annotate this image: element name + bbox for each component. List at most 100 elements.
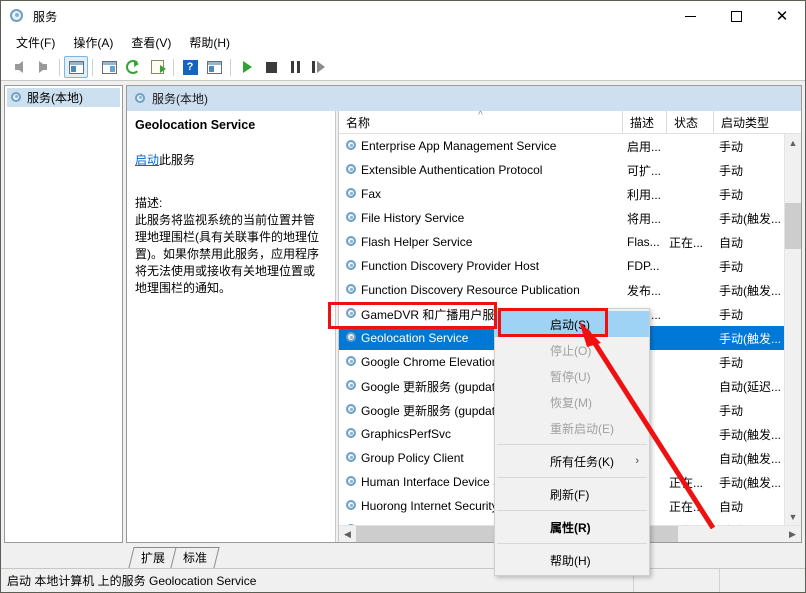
start-service-icon[interactable]	[235, 56, 259, 78]
services-gear-icon	[10, 9, 26, 25]
cell-status: 正在...	[667, 474, 714, 491]
list-vertical-scrollbar[interactable]: ▲ ▼	[784, 134, 801, 525]
ctx-properties[interactable]: 属性(R)	[495, 514, 649, 540]
properties-panel-icon[interactable]	[97, 56, 121, 78]
tree-item-label: 服务(本地)	[27, 89, 83, 106]
tree-item-services-local[interactable]: 服务(本地)	[7, 88, 120, 107]
detail-description-text: 此服务将监视系统的当前位置并管理地理围栏(具有关联事件的地理位置)。如果你禁用此…	[135, 212, 325, 297]
service-name-label: File History Service	[361, 211, 464, 225]
ctx-pause: 暂停(U)	[495, 363, 649, 389]
window-title: 服务	[33, 8, 57, 25]
column-header-status[interactable]: 状态	[667, 111, 714, 134]
service-name-label: Google 更新服务 (gupdatem)	[361, 402, 516, 419]
service-name-label: Function Discovery Resource Publication	[361, 283, 580, 297]
start-service-link[interactable]: 启动	[135, 153, 159, 167]
detail-action-line: 启动此服务	[135, 151, 325, 168]
cell-service-name: Function Discovery Provider Host	[339, 259, 623, 273]
show-hide-tree-icon[interactable]	[64, 56, 88, 78]
ctx-help[interactable]: 帮助(H)	[495, 547, 649, 573]
ctx-refresh[interactable]: 刷新(F)	[495, 481, 649, 507]
context-menu-separator	[497, 543, 647, 544]
toolbar-separator	[230, 59, 231, 76]
column-header-name[interactable]: 名称 ^	[339, 111, 623, 134]
toolbar-separator	[173, 59, 174, 76]
service-name-label: Function Discovery Provider Host	[361, 259, 539, 273]
stop-service-icon[interactable]	[259, 56, 283, 78]
cell-startup-type: 手动(触发...	[714, 474, 784, 491]
menu-action[interactable]: 操作(A)	[64, 33, 122, 53]
toolbar-separator	[92, 59, 93, 76]
cell-description: 可扩...	[623, 162, 667, 179]
scroll-up-icon[interactable]: ▲	[785, 134, 802, 151]
ctx-start[interactable]: 启动(S)	[495, 311, 649, 337]
service-name-label: Enterprise App Management Service	[361, 139, 556, 153]
cell-description: 发布...	[623, 282, 667, 299]
toolbar: ?	[1, 54, 805, 81]
vscroll-thumb[interactable]	[785, 203, 802, 249]
table-row[interactable]: Enterprise App Management Service启用...手动	[339, 134, 784, 158]
cell-service-name: Fax	[339, 187, 623, 201]
cell-startup-type: 手动(触发...	[714, 210, 784, 227]
cell-startup-type: 手动	[714, 138, 784, 155]
show-action-pane-icon[interactable]	[202, 56, 226, 78]
service-name-label: Geolocation Service	[361, 331, 468, 345]
service-name-label: Group Policy Client	[361, 451, 464, 465]
close-button[interactable]: ✕	[759, 1, 805, 32]
pause-service-icon[interactable]	[283, 56, 307, 78]
toolbar-separator	[59, 59, 60, 76]
minimize-button[interactable]	[667, 1, 713, 32]
maximize-button[interactable]	[713, 1, 759, 32]
services-gear-icon	[346, 499, 356, 513]
ctx-all-tasks-label: 所有任务(K)	[550, 453, 614, 470]
table-row[interactable]: File History Service 将用... 手动(触发...	[339, 206, 784, 230]
tab-standard[interactable]: 标准	[170, 547, 219, 568]
export-list-icon[interactable]	[145, 56, 169, 78]
service-name-label: GraphicsPerfSvc	[361, 427, 451, 441]
list-header: 名称 ^ 描述 状态 启动类型	[339, 111, 801, 134]
cell-startup-type: 手动(触发...	[714, 330, 784, 347]
help-icon[interactable]: ?	[178, 56, 202, 78]
cell-service-name: Function Discovery Resource Publication	[339, 283, 623, 297]
services-gear-icon	[346, 451, 356, 465]
ctx-pause-label: 暂停(U)	[550, 368, 591, 385]
refresh-icon[interactable]	[121, 56, 145, 78]
status-bar-cell	[719, 569, 805, 592]
restart-service-icon[interactable]	[307, 56, 331, 78]
scroll-down-icon[interactable]: ▼	[785, 508, 802, 525]
forward-icon[interactable]	[31, 56, 55, 78]
view-tabs: 扩展 标准	[127, 546, 802, 568]
table-row[interactable]: Fax利用...手动	[339, 182, 784, 206]
detail-service-name: Geolocation Service	[135, 118, 325, 132]
ctx-all-tasks[interactable]: 所有任务(K)›	[495, 448, 649, 474]
context-menu: 启动(S)停止(O)暂停(U)恢复(M)重新启动(E)所有任务(K)›刷新(F)…	[494, 308, 650, 576]
services-gear-icon	[346, 379, 356, 393]
vscroll-track[interactable]	[785, 151, 802, 508]
back-icon[interactable]	[7, 56, 31, 78]
scroll-right-icon[interactable]: ▶	[784, 526, 801, 543]
detail-description-label: 描述:	[135, 194, 325, 211]
table-row[interactable]: Flash Helper ServiceFlas...正在...自动	[339, 230, 784, 254]
ctx-properties-label: 属性(R)	[550, 519, 591, 536]
menu-bar: 文件(F) 操作(A) 查看(V) 帮助(H)	[1, 32, 805, 54]
scroll-left-icon[interactable]: ◀	[339, 526, 356, 543]
table-row[interactable]: Function Discovery Resource Publication 发…	[339, 278, 784, 302]
cell-service-name: Extensible Authentication Protocol	[339, 163, 623, 177]
column-header-startup[interactable]: 启动类型	[714, 111, 784, 134]
cell-startup-type: 自动(触发...	[714, 450, 784, 467]
cell-description: FDP...	[623, 259, 667, 273]
ctx-stop-label: 停止(O)	[550, 342, 591, 359]
menu-view[interactable]: 查看(V)	[122, 33, 180, 53]
services-pane: 服务(本地) Geolocation Service 启动此服务 描述: 此服务…	[126, 85, 802, 543]
cell-startup-type: 自动(延迟...	[714, 378, 784, 395]
ctx-refresh-label: 刷新(F)	[550, 486, 589, 503]
menu-help[interactable]: 帮助(H)	[180, 33, 239, 53]
table-row[interactable]: Extensible Authentication Protocol可扩...手…	[339, 158, 784, 182]
service-name-label: Google 更新服务 (gupdate)	[361, 378, 506, 395]
cell-service-name: Enterprise App Management Service	[339, 139, 623, 153]
cell-description: 将用...	[623, 210, 667, 227]
column-header-description[interactable]: 描述	[623, 111, 667, 134]
services-gear-icon	[346, 307, 356, 321]
pane-header-label: 服务(本地)	[152, 90, 208, 107]
menu-file[interactable]: 文件(F)	[7, 33, 64, 53]
table-row[interactable]: Function Discovery Provider HostFDP...手动	[339, 254, 784, 278]
